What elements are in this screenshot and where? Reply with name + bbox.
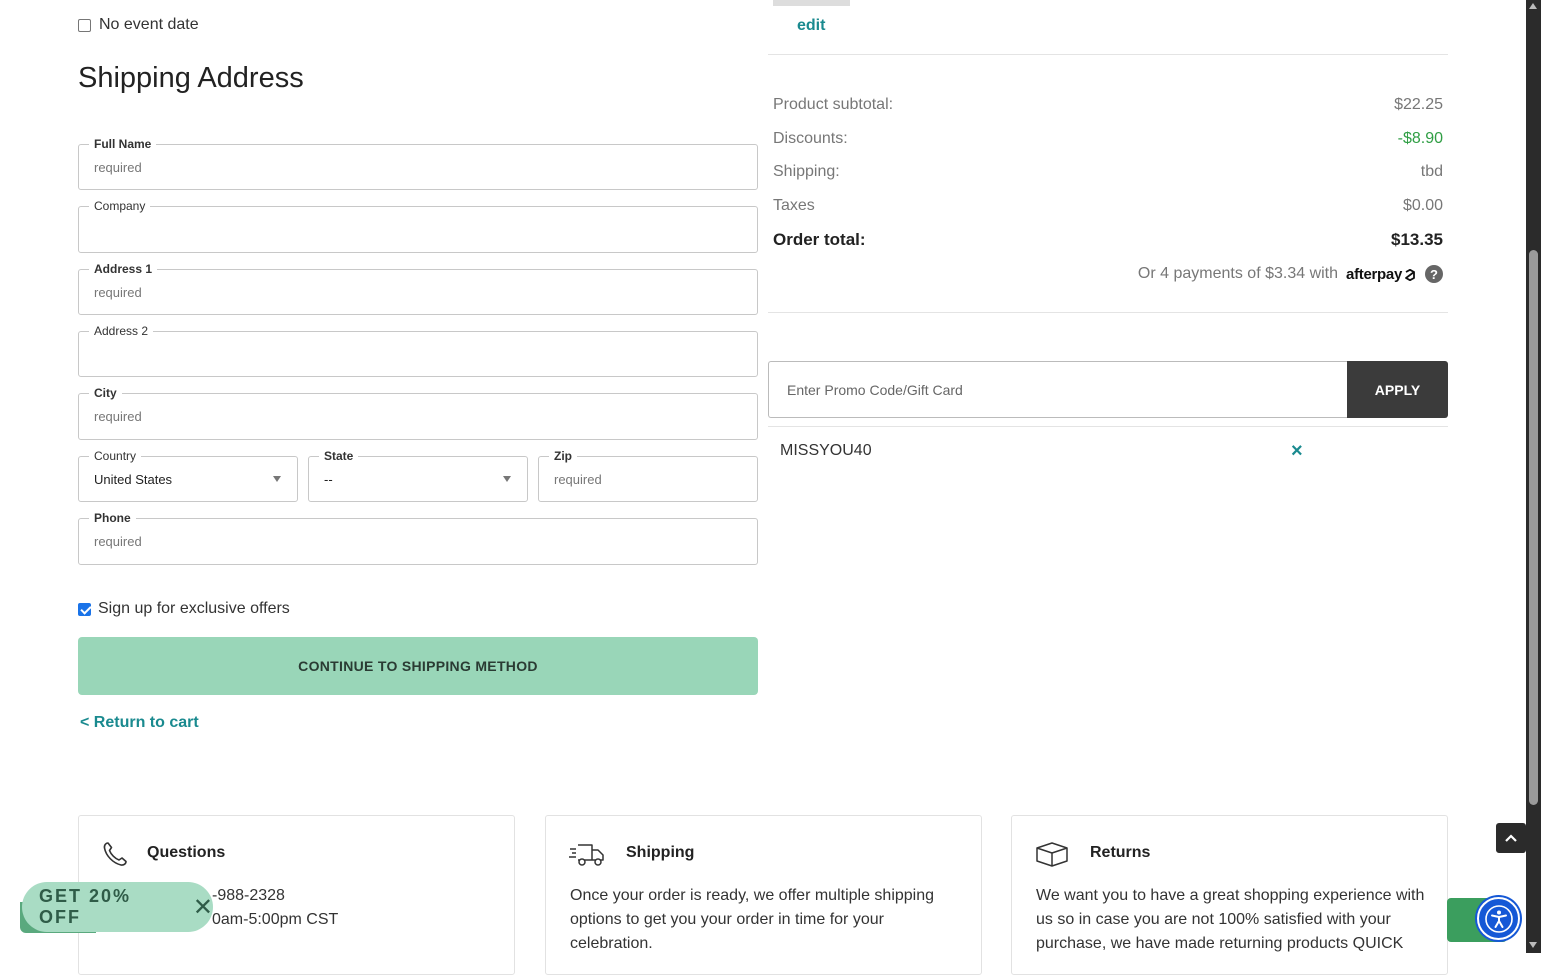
country-select[interactable]: Country United States [78, 448, 298, 502]
chevron-up-icon [1505, 834, 1517, 842]
questions-text: -988-2328 0am-5:00pm CST [212, 887, 339, 928]
country-value: United States [94, 472, 173, 487]
full-name-field[interactable]: Full Name required [78, 136, 758, 190]
questions-title: Questions [147, 844, 226, 861]
applied-promo-code: MISSYOU40 [780, 442, 872, 459]
subtotal-value: $22.25 [1394, 96, 1443, 113]
signup-offers-row[interactable]: Sign up for exclusive offers [78, 600, 290, 618]
city-field[interactable]: City required [78, 385, 758, 440]
shipping-row: Shipping: tbd [773, 163, 1443, 181]
shipping-text: Once your order is ready, we offer multi… [570, 887, 935, 952]
state-label: State [319, 448, 359, 464]
returns-card: Returns We want you to have a great shop… [1011, 815, 1448, 975]
scroll-to-top-button[interactable] [1496, 823, 1526, 853]
apply-button[interactable]: APPLY [1347, 361, 1448, 418]
shipping-card: Shipping Once your order is ready, we of… [545, 815, 982, 975]
scrollbar-thumb[interactable] [1529, 250, 1538, 805]
divider [768, 426, 1448, 427]
no-event-date-checkbox[interactable] [78, 18, 91, 32]
truck-icon [569, 844, 604, 866]
promo-code-placeholder: Enter Promo Code/Gift Card [787, 381, 963, 398]
accessibility-button[interactable] [1477, 897, 1520, 940]
full-name-placeholder: required [94, 160, 142, 175]
shipping-value: tbd [1420, 163, 1443, 180]
subtotal-row: Product subtotal: $22.25 [773, 96, 1443, 114]
state-value: -- [324, 472, 333, 487]
no-event-date-label: No event date [99, 16, 199, 33]
accessibility-icon [1484, 904, 1513, 933]
close-icon[interactable]: ✕ [193, 893, 213, 922]
zip-label: Zip [549, 448, 577, 464]
full-name-label: Full Name [89, 136, 157, 152]
chevron-down-icon [503, 476, 511, 482]
taxes-label: Taxes [773, 197, 815, 214]
get-20-off-popup[interactable]: GET 20% OFF ✕ [22, 882, 213, 932]
order-total-value: $13.35 [1391, 230, 1443, 249]
company-label: Company [89, 198, 151, 214]
page-title: Shipping Address [78, 62, 304, 94]
zip-placeholder: required [554, 472, 602, 487]
signup-offers-checkbox[interactable] [78, 602, 91, 616]
afterpay-row: Or 4 payments of $3.34 with afterpay ? [1138, 265, 1443, 283]
subtotal-label: Product subtotal: [773, 96, 894, 113]
address2-field[interactable]: Address 2 [78, 323, 758, 377]
return-to-cart-link[interactable]: < Return to cart [80, 714, 199, 732]
remove-promo-icon[interactable]: × [1291, 440, 1303, 463]
phone-field[interactable]: Phone required [78, 510, 758, 565]
discounts-row: Discounts: -$8.90 [773, 130, 1443, 148]
phone-icon [103, 842, 127, 866]
address1-field[interactable]: Address 1 required [78, 261, 758, 315]
scroll-up-arrow[interactable] [1529, 3, 1537, 9]
order-total-row: Order total: $13.35 [773, 230, 1443, 250]
signup-offers-label: Sign up for exclusive offers [98, 600, 290, 617]
box-icon [1036, 842, 1068, 867]
taxes-value: $0.00 [1402, 197, 1443, 214]
continue-to-shipping-button[interactable]: CONTINUE TO SHIPPING METHOD [78, 637, 758, 695]
phone-label: Phone [89, 510, 136, 526]
taxes-row: Taxes $0.00 [773, 197, 1443, 215]
city-label: City [89, 385, 122, 401]
chevron-down-icon [273, 476, 281, 482]
company-field[interactable]: Company [78, 198, 758, 253]
divider [768, 54, 1448, 55]
shipping-label: Shipping: [773, 163, 840, 180]
no-event-date-row[interactable]: No event date [78, 16, 199, 34]
product-thumbnail [773, 0, 850, 6]
order-total-label: Order total: [773, 230, 866, 249]
discounts-value: -$8.90 [1397, 130, 1443, 147]
returns-title: Returns [1090, 844, 1151, 861]
country-label: Country [89, 448, 142, 464]
promo-code-input[interactable]: Enter Promo Code/Gift Card [768, 361, 1348, 418]
afterpay-text: Or 4 payments of $3.34 with [1137, 265, 1339, 282]
shipping-title: Shipping [626, 844, 695, 861]
edit-link[interactable]: edit [797, 17, 825, 35]
scroll-down-arrow[interactable] [1529, 942, 1537, 948]
discounts-label: Discounts: [773, 130, 848, 147]
state-select[interactable]: State -- [308, 448, 528, 502]
page-scrollbar[interactable] [1526, 0, 1541, 953]
promo-pill-label: GET 20% OFF [39, 886, 132, 927]
zip-field[interactable]: Zip required [538, 448, 758, 502]
address1-label: Address 1 [89, 261, 158, 277]
returns-text: We want you to have a great shopping exp… [1036, 887, 1425, 952]
help-icon[interactable]: ? [1425, 265, 1443, 283]
city-placeholder: required [94, 409, 142, 424]
divider [768, 312, 1448, 313]
afterpay-logo: afterpay [1346, 266, 1417, 283]
address2-label: Address 2 [89, 323, 154, 339]
address1-placeholder: required [94, 285, 142, 300]
phone-placeholder: required [94, 534, 142, 549]
